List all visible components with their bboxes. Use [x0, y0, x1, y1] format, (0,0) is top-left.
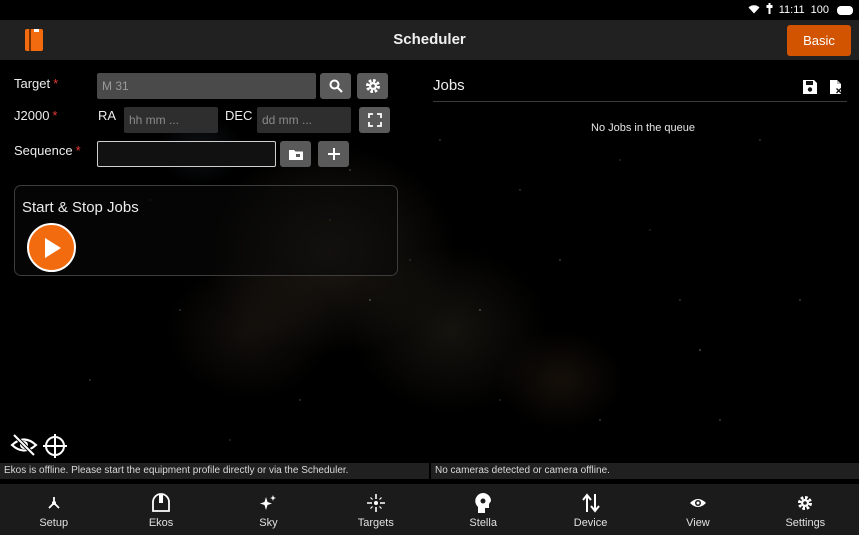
jobs-divider: [433, 101, 847, 102]
view-icon: [689, 492, 707, 514]
required-marker: *: [52, 108, 58, 123]
target-label: Target *: [14, 76, 58, 91]
nav-sky[interactable]: Sky: [215, 484, 322, 535]
nav-device[interactable]: Device: [537, 484, 644, 535]
bottom-navigation: Setup Ekos Sky Targets Stella Device Vie…: [0, 484, 859, 535]
ekos-status-message: Ekos is offline. Please start the equipm…: [0, 463, 429, 479]
device-icon: [581, 492, 601, 514]
save-queue-icon[interactable]: [802, 79, 818, 100]
nav-settings-label: Settings: [785, 517, 826, 529]
start-stop-title: Start & Stop Jobs: [22, 199, 139, 216]
dec-label: DEC: [225, 108, 253, 123]
camera-status-message: No cameras detected or camera offline.: [431, 463, 859, 479]
dec-input[interactable]: dd mm ...: [257, 107, 351, 133]
nav-setup-label: Setup: [39, 517, 69, 529]
battery-icon: [837, 5, 853, 15]
browse-sequence-button[interactable]: [280, 141, 311, 167]
nav-ekos[interactable]: Ekos: [107, 484, 214, 535]
jobs-empty-message: No Jobs in the queue: [591, 122, 695, 134]
fullscreen-coords-button[interactable]: [359, 107, 390, 133]
nav-stella[interactable]: Stella: [430, 484, 537, 535]
crosshair-icon[interactable]: [41, 433, 69, 464]
usb-icon: [766, 3, 773, 17]
stella-icon: [473, 492, 493, 514]
search-icon: [329, 79, 343, 93]
required-marker: *: [53, 76, 59, 91]
nav-device-label: Device: [573, 517, 608, 529]
search-target-button[interactable]: [320, 73, 351, 99]
app-bar: Scheduler Basic: [0, 20, 859, 60]
nav-sky-label: Sky: [259, 517, 278, 529]
ra-label: RA: [98, 108, 117, 123]
save-as-queue-icon[interactable]: [828, 79, 844, 100]
clock-time: 11:11: [778, 4, 805, 16]
nav-stella-label: Stella: [469, 517, 497, 529]
system-status-bar: 11:11 100: [0, 0, 859, 20]
plus-icon: [327, 148, 340, 160]
nav-targets-label: Targets: [357, 517, 394, 529]
target-label-text: Target: [14, 76, 51, 91]
target-settings-button[interactable]: [357, 73, 388, 99]
nav-setup[interactable]: Setup: [0, 484, 107, 535]
wifi-icon: [748, 4, 760, 17]
targets-icon: [366, 492, 385, 514]
ra-input[interactable]: hh mm ...: [124, 107, 218, 133]
sequence-label-text: Sequence: [14, 143, 73, 158]
basic-mode-button[interactable]: Basic: [787, 25, 851, 56]
target-input[interactable]: M 31: [97, 73, 316, 99]
nav-settings[interactable]: Settings: [752, 484, 859, 535]
add-job-button[interactable]: [318, 141, 349, 167]
nav-view-label: View: [686, 517, 710, 529]
sky-icon: [258, 492, 278, 514]
sequence-label: Sequence *: [14, 143, 81, 158]
nav-view[interactable]: View: [644, 484, 751, 535]
required-marker: *: [75, 143, 81, 158]
sequence-input[interactable]: [97, 141, 276, 167]
nav-targets[interactable]: Targets: [322, 484, 429, 535]
nav-ekos-label: Ekos: [148, 517, 174, 529]
gear-icon: [365, 79, 380, 93]
start-scheduler-button[interactable]: [27, 223, 76, 272]
folder-icon: [288, 150, 303, 160]
start-stop-card: Start & Stop Jobs: [14, 185, 398, 276]
jobs-title: Jobs: [433, 77, 465, 94]
j2000-label-text: J2000: [14, 108, 50, 123]
fullscreen-icon: [367, 113, 382, 127]
visibility-off-icon[interactable]: [10, 433, 38, 462]
j2000-label: J2000 *: [14, 108, 57, 123]
battery-level: 100: [810, 4, 829, 16]
play-icon: [44, 237, 61, 258]
page-title: Scheduler: [393, 31, 466, 48]
ekos-icon: [151, 492, 171, 514]
settings-icon: [797, 492, 813, 514]
setup-icon: [45, 492, 63, 514]
